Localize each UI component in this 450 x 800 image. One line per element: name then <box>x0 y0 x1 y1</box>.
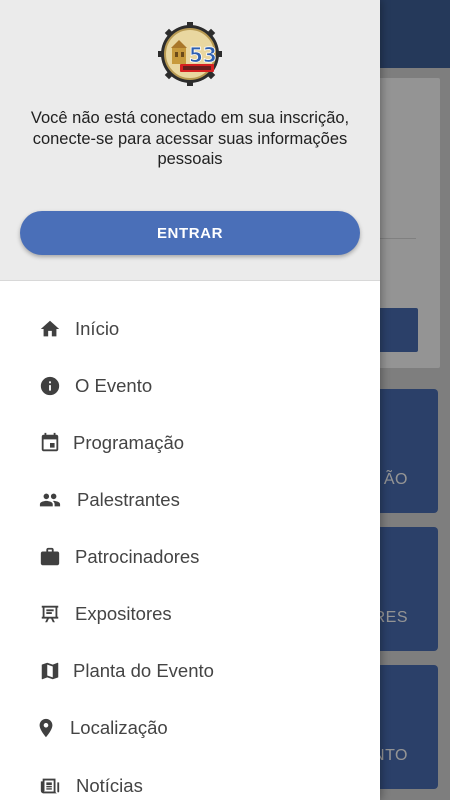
menu-item-label: Palestrantes <box>77 489 180 510</box>
login-message: Você não está conectado em sua inscrição… <box>30 109 350 168</box>
menu-item-o-evento[interactable]: O Evento <box>0 361 380 411</box>
menu-item-label: Expositores <box>75 603 172 624</box>
menu-item-patrocinadores[interactable]: Patrocinadores <box>0 532 380 582</box>
map-icon <box>38 659 62 683</box>
menu-item-expositores[interactable]: Expositores <box>0 589 380 639</box>
menu-item-label: Início <box>75 318 120 339</box>
info-icon <box>38 374 62 398</box>
briefcase-icon <box>38 545 62 569</box>
drawer-header: 53 Você não está conectado em sua inscri… <box>0 0 380 281</box>
menu-item-programacao[interactable]: Programação <box>0 418 380 468</box>
navigation-drawer: 53 Você não está conectado em sua inscri… <box>0 0 380 800</box>
menu-item-label: Programação <box>73 432 185 453</box>
calendar-icon <box>38 431 62 455</box>
home-icon <box>38 317 62 341</box>
menu-item-label: Notícias <box>76 775 143 796</box>
people-icon <box>38 488 62 512</box>
menu-item-label: Patrocinadores <box>75 546 200 567</box>
menu-item-planta-do-evento[interactable]: Planta do Evento <box>0 646 380 696</box>
svg-text:53: 53 <box>189 43 217 67</box>
menu-item-label: O Evento <box>75 375 153 396</box>
login-button[interactable]: ENTRAR <box>20 211 360 255</box>
menu-item-label: Planta do Evento <box>73 660 214 681</box>
location-pin-icon <box>34 716 58 740</box>
event-logo: 53 <box>156 22 224 86</box>
newspaper-icon <box>38 774 62 798</box>
menu-item-localizacao[interactable]: Localização <box>0 703 380 753</box>
menu-item-palestrantes[interactable]: Palestrantes <box>0 475 380 525</box>
menu-item-label: Localização <box>70 717 168 738</box>
menu-item-inicio[interactable]: Início <box>0 304 380 354</box>
menu-item-noticias[interactable]: Notícias <box>0 761 380 800</box>
easel-icon <box>38 602 62 626</box>
